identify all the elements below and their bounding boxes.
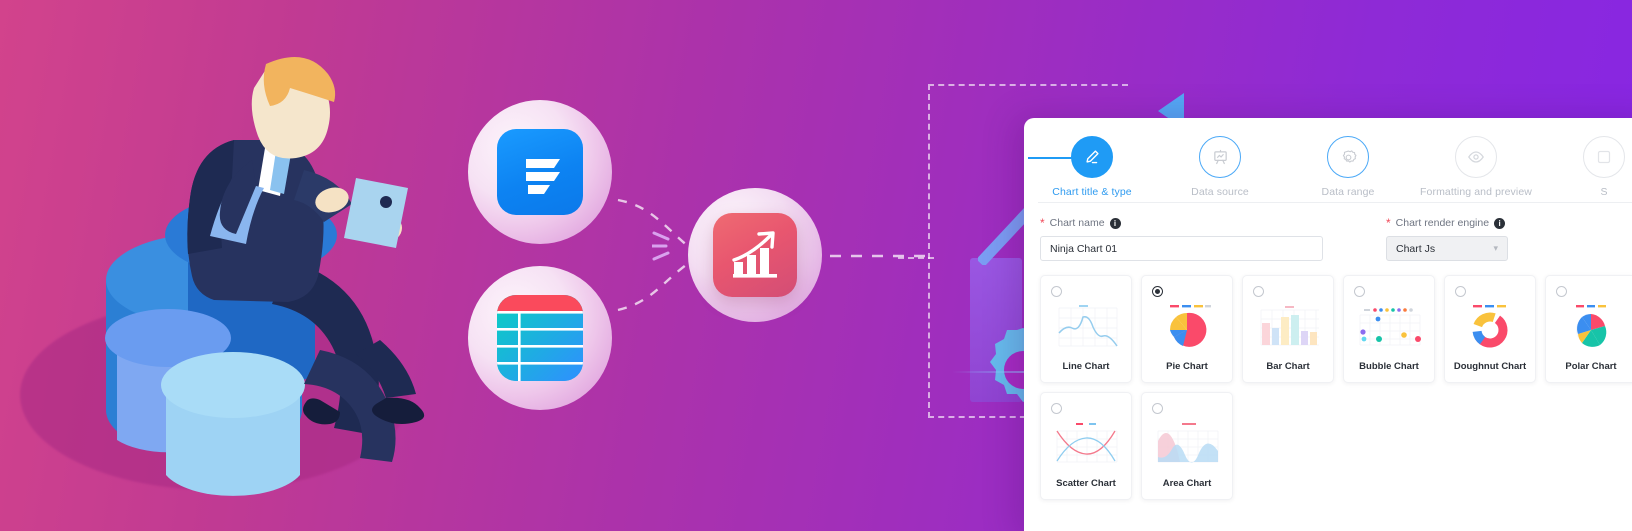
chevron-down-icon: ▾ [1493, 243, 1498, 253]
scatter-chart-thumb [1056, 423, 1118, 463]
radio-polar-chart[interactable] [1556, 286, 1567, 297]
save-icon [1583, 136, 1625, 178]
step-label: Data source [1191, 186, 1249, 198]
bubble-chart-thumb [1359, 308, 1421, 346]
chart-type-label: Pie Chart [1166, 361, 1208, 372]
render-engine-label: * Chart render engine i [1386, 217, 1526, 229]
pencil-icon [1071, 136, 1113, 178]
fluent-forms-icon-orb [468, 100, 612, 244]
step-label: Formatting and preview [1420, 186, 1532, 198]
radio-line-chart[interactable] [1051, 286, 1062, 297]
info-icon[interactable]: i [1494, 217, 1506, 229]
step-data-source[interactable]: Data source [1156, 136, 1284, 198]
chart-name-field: * Chart name i [1040, 217, 1340, 261]
chart-type-label: Line Chart [1062, 361, 1110, 372]
chart-type-card-area[interactable]: Area Chart [1141, 392, 1233, 500]
render-engine-field: * Chart render engine i Chart Js ▾ [1386, 217, 1526, 261]
chart-type-card-polar[interactable]: Polar Chart [1545, 275, 1632, 383]
bar-chart-thumb [1260, 306, 1319, 346]
chart-type-card-scatter[interactable]: Scatter Chart [1040, 392, 1132, 500]
polar-chart-thumb [1576, 305, 1607, 347]
chart-type-card-pie[interactable]: Pie Chart [1141, 275, 1233, 383]
dashed-frame-tick [898, 257, 934, 259]
chart-builder-panel: Chart title & type Data source Data rang… [1024, 118, 1632, 531]
radio-bubble-chart[interactable] [1354, 286, 1365, 297]
step-save[interactable]: S [1540, 136, 1632, 198]
chart-type-label: Area Chart [1162, 478, 1212, 489]
chart-type-label: Doughnut Chart [1453, 361, 1527, 372]
required-marker: * [1040, 216, 1045, 230]
bar-chart-growth-icon [713, 213, 797, 297]
render-engine-select[interactable]: Chart Js ▾ [1386, 236, 1508, 261]
chart-type-label: Bubble Chart [1359, 361, 1419, 372]
businessman-on-pie-chart-illustration [20, 20, 450, 531]
radio-pie-chart[interactable] [1152, 286, 1163, 297]
required-marker: * [1386, 216, 1391, 230]
radio-doughnut-chart[interactable] [1455, 286, 1466, 297]
step-data-range[interactable]: Data range [1284, 136, 1412, 198]
pie-chart-thumb [1170, 305, 1211, 347]
wizard-steps: Chart title & type Data source Data rang… [1024, 118, 1632, 202]
step-chart-title-type[interactable]: Chart title & type [1028, 136, 1156, 198]
radio-bar-chart[interactable] [1253, 286, 1264, 297]
data-table-icon-orb [468, 266, 612, 410]
label-text: Chart name [1049, 217, 1105, 229]
chart-type-card-doughnut[interactable]: Doughnut Chart [1444, 275, 1536, 383]
chart-icon-orb [688, 188, 822, 322]
render-engine-value: Chart Js [1396, 242, 1436, 255]
label-text: Chart render engine [1395, 217, 1490, 229]
chart-name-input[interactable] [1040, 236, 1323, 261]
chart-type-label: Bar Chart [1266, 361, 1310, 372]
step-label: Data range [1321, 186, 1375, 198]
chart-type-card-line[interactable]: Line Chart [1040, 275, 1132, 383]
chart-type-label: Scatter Chart [1056, 478, 1116, 489]
info-icon[interactable]: i [1109, 217, 1121, 229]
radio-scatter-chart[interactable] [1051, 403, 1062, 414]
presentation-board-icon [1199, 136, 1241, 178]
chart-name-label: * Chart name i [1040, 217, 1340, 229]
step-label: Chart title & type [1052, 186, 1132, 198]
step-label: S [1600, 186, 1608, 198]
chart-type-grid: Line Chart Pie Chart Bar Chart Bubble Ch… [1024, 265, 1632, 500]
radio-area-chart[interactable] [1152, 403, 1163, 414]
chart-type-card-bar[interactable]: Bar Chart [1242, 275, 1334, 383]
chart-type-card-bubble[interactable]: Bubble Chart [1343, 275, 1435, 383]
chart-type-label: Polar Chart [1565, 361, 1617, 372]
area-chart-thumb [1157, 423, 1219, 463]
fluent-forms-icon [497, 129, 583, 215]
doughnut-chart-thumb [1472, 305, 1508, 348]
spark-lines-icon [652, 231, 670, 261]
gear-icon [1327, 136, 1369, 178]
line-chart-thumb [1058, 305, 1118, 347]
step-formatting-preview[interactable]: Formatting and preview [1412, 136, 1540, 198]
form-fields: * Chart name i * Chart render engine i C… [1024, 203, 1632, 265]
data-table-icon [497, 295, 583, 381]
decorative-line [952, 371, 1032, 373]
eye-icon [1455, 136, 1497, 178]
